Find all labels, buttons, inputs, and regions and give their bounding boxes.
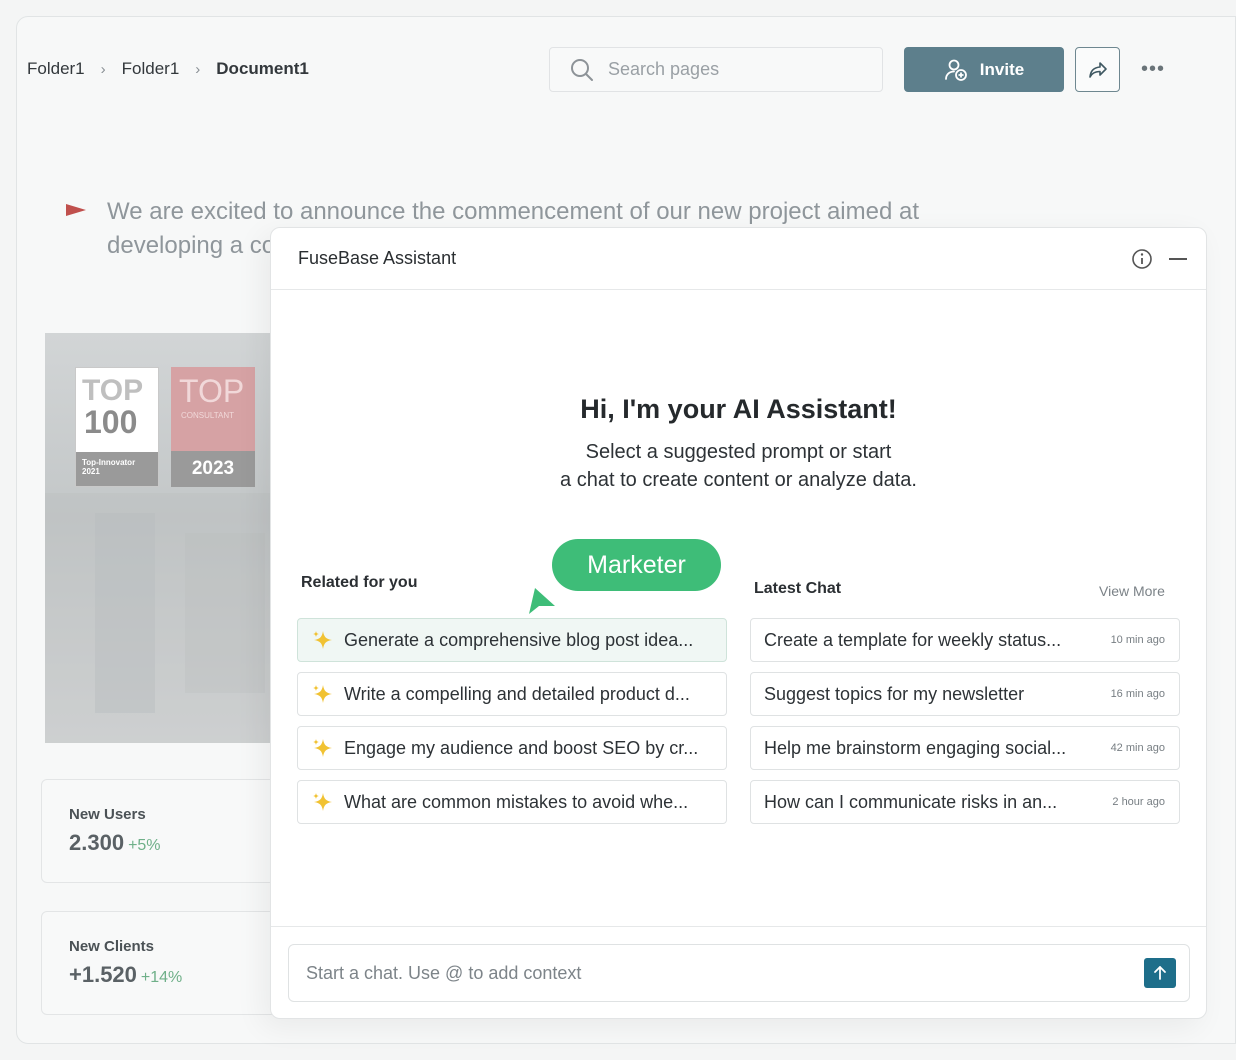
badge-footer-year: 2021	[82, 467, 100, 476]
search-placeholder: Search pages	[608, 59, 720, 79]
breadcrumb-item[interactable]: Folder1	[122, 59, 180, 79]
suggested-prompt[interactable]: Write a compelling and detailed product …	[297, 672, 727, 716]
chat-time: 2 hour ago	[1112, 796, 1165, 808]
share-button[interactable]	[1075, 47, 1120, 92]
stat-delta: +14%	[140, 969, 183, 986]
subtitle-line: a chat to create content or analyze data…	[560, 469, 917, 491]
stat-number: 2.300	[69, 830, 125, 855]
suggested-prompt[interactable]: Generate a comprehensive blog post idea.…	[297, 618, 727, 662]
prompt-text: Write a compelling and detailed product …	[344, 683, 690, 704]
stat-value: +1.520 +14%	[69, 962, 300, 988]
assistant-subtitle: Select a suggested prompt or start a cha…	[271, 438, 1206, 494]
more-options-icon[interactable]: •••	[1141, 57, 1165, 81]
chat-time: 42 min ago	[1110, 742, 1165, 754]
send-button[interactable]	[1144, 958, 1176, 988]
stat-value: 2.300 +5%	[69, 830, 300, 856]
badge-title: TOP	[179, 373, 245, 409]
breadcrumb: Folder1 › Folder1 › Document1	[27, 59, 309, 79]
chat-time: 10 min ago	[1110, 634, 1165, 646]
marketer-tag: Marketer	[552, 539, 721, 591]
minimize-icon[interactable]	[1169, 258, 1187, 260]
sparkle-icon	[313, 793, 332, 811]
badge-footer-label: Top-Innovator	[82, 458, 136, 467]
related-label: Related for you	[301, 574, 418, 591]
latest-chat-item[interactable]: Suggest topics for my newsletter 16 min …	[750, 672, 1180, 716]
invite-label: Invite	[979, 59, 1025, 79]
view-more-link[interactable]: View More	[1099, 583, 1165, 599]
chat-input[interactable]: Start a chat. Use @ to add context	[288, 944, 1190, 1002]
stat-card-new-clients: New Clients +1.520 +14%	[41, 911, 301, 1015]
chat-time: 16 min ago	[1110, 688, 1165, 700]
cursor-pointer-icon	[529, 588, 555, 614]
breadcrumb-item[interactable]: Folder1	[27, 59, 85, 79]
chat-title: Help me brainstorm engaging social...	[764, 737, 1067, 758]
breadcrumb-current[interactable]: Document1	[216, 59, 309, 79]
assistant-greeting: Hi, I'm your AI Assistant!	[580, 394, 897, 424]
badge-year: 2023	[171, 451, 255, 487]
sparkle-icon	[313, 685, 332, 703]
badge-footer: Top-Innovator 2021	[76, 452, 158, 486]
award-photo: TOP 100 Top-Innovator 2021 TOP CONSULTAN…	[45, 333, 285, 743]
prompt-text: Generate a comprehensive blog post idea.…	[344, 629, 694, 650]
share-icon	[1088, 61, 1107, 78]
top-consultant-badge: TOP CONSULTANT 2023	[171, 367, 255, 487]
top100-badge: TOP 100 Top-Innovator 2021	[75, 367, 159, 487]
badge-subtitle: CONSULTANT	[181, 411, 235, 420]
stat-card-new-users: New Users 2.300 +5%	[41, 779, 301, 883]
suggested-prompt[interactable]: What are common mistakes to avoid whe...	[297, 780, 727, 824]
add-user-icon	[944, 59, 967, 81]
sparkle-icon	[313, 739, 332, 757]
invite-button[interactable]: Invite	[904, 47, 1064, 92]
latest-chat-item[interactable]: Help me brainstorm engaging social... 42…	[750, 726, 1180, 770]
chat-title: How can I communicate risks in an...	[764, 791, 1058, 812]
chevron-right-icon: ›	[100, 60, 106, 78]
chat-title: Create a template for weekly status...	[764, 629, 1062, 650]
badge-number: 100	[84, 404, 138, 440]
assistant-title: FuseBase Assistant	[298, 248, 457, 268]
assistant-header: FuseBase Assistant	[271, 228, 1206, 290]
prompt-text: Engage my audience and boost SEO by cr..…	[344, 737, 699, 758]
stat-number: +1.520	[69, 962, 137, 987]
prompt-text: What are common mistakes to avoid whe...	[344, 791, 689, 812]
latest-chat-label: Latest Chat	[754, 580, 842, 597]
chat-input-placeholder: Start a chat. Use @ to add context	[306, 962, 582, 983]
composer-area: Start a chat. Use @ to add context	[271, 926, 1206, 1018]
stat-delta: +5%	[128, 837, 161, 854]
chat-title: Suggest topics for my newsletter	[764, 683, 1025, 704]
search-input[interactable]: Search pages	[549, 47, 883, 92]
search-icon	[571, 58, 593, 81]
stat-label: New Clients	[69, 938, 155, 955]
latest-chat-item[interactable]: Create a template for weekly status... 1…	[750, 618, 1180, 662]
arrow-up-icon	[1154, 966, 1166, 980]
sparkle-icon	[313, 631, 332, 649]
suggested-prompt[interactable]: Engage my audience and boost SEO by cr..…	[297, 726, 727, 770]
stat-label: New Users	[69, 806, 146, 823]
badge-title: TOP	[82, 374, 144, 407]
latest-chat-item[interactable]: How can I communicate risks in an... 2 h…	[750, 780, 1180, 824]
subtitle-line: Select a suggested prompt or start	[585, 441, 892, 463]
chevron-right-icon: ›	[195, 60, 201, 78]
assistant-panel: FuseBase Assistant Hi, I'm your AI Assis…	[270, 227, 1207, 1019]
info-icon[interactable]	[1131, 248, 1153, 270]
flag-icon	[66, 204, 86, 216]
